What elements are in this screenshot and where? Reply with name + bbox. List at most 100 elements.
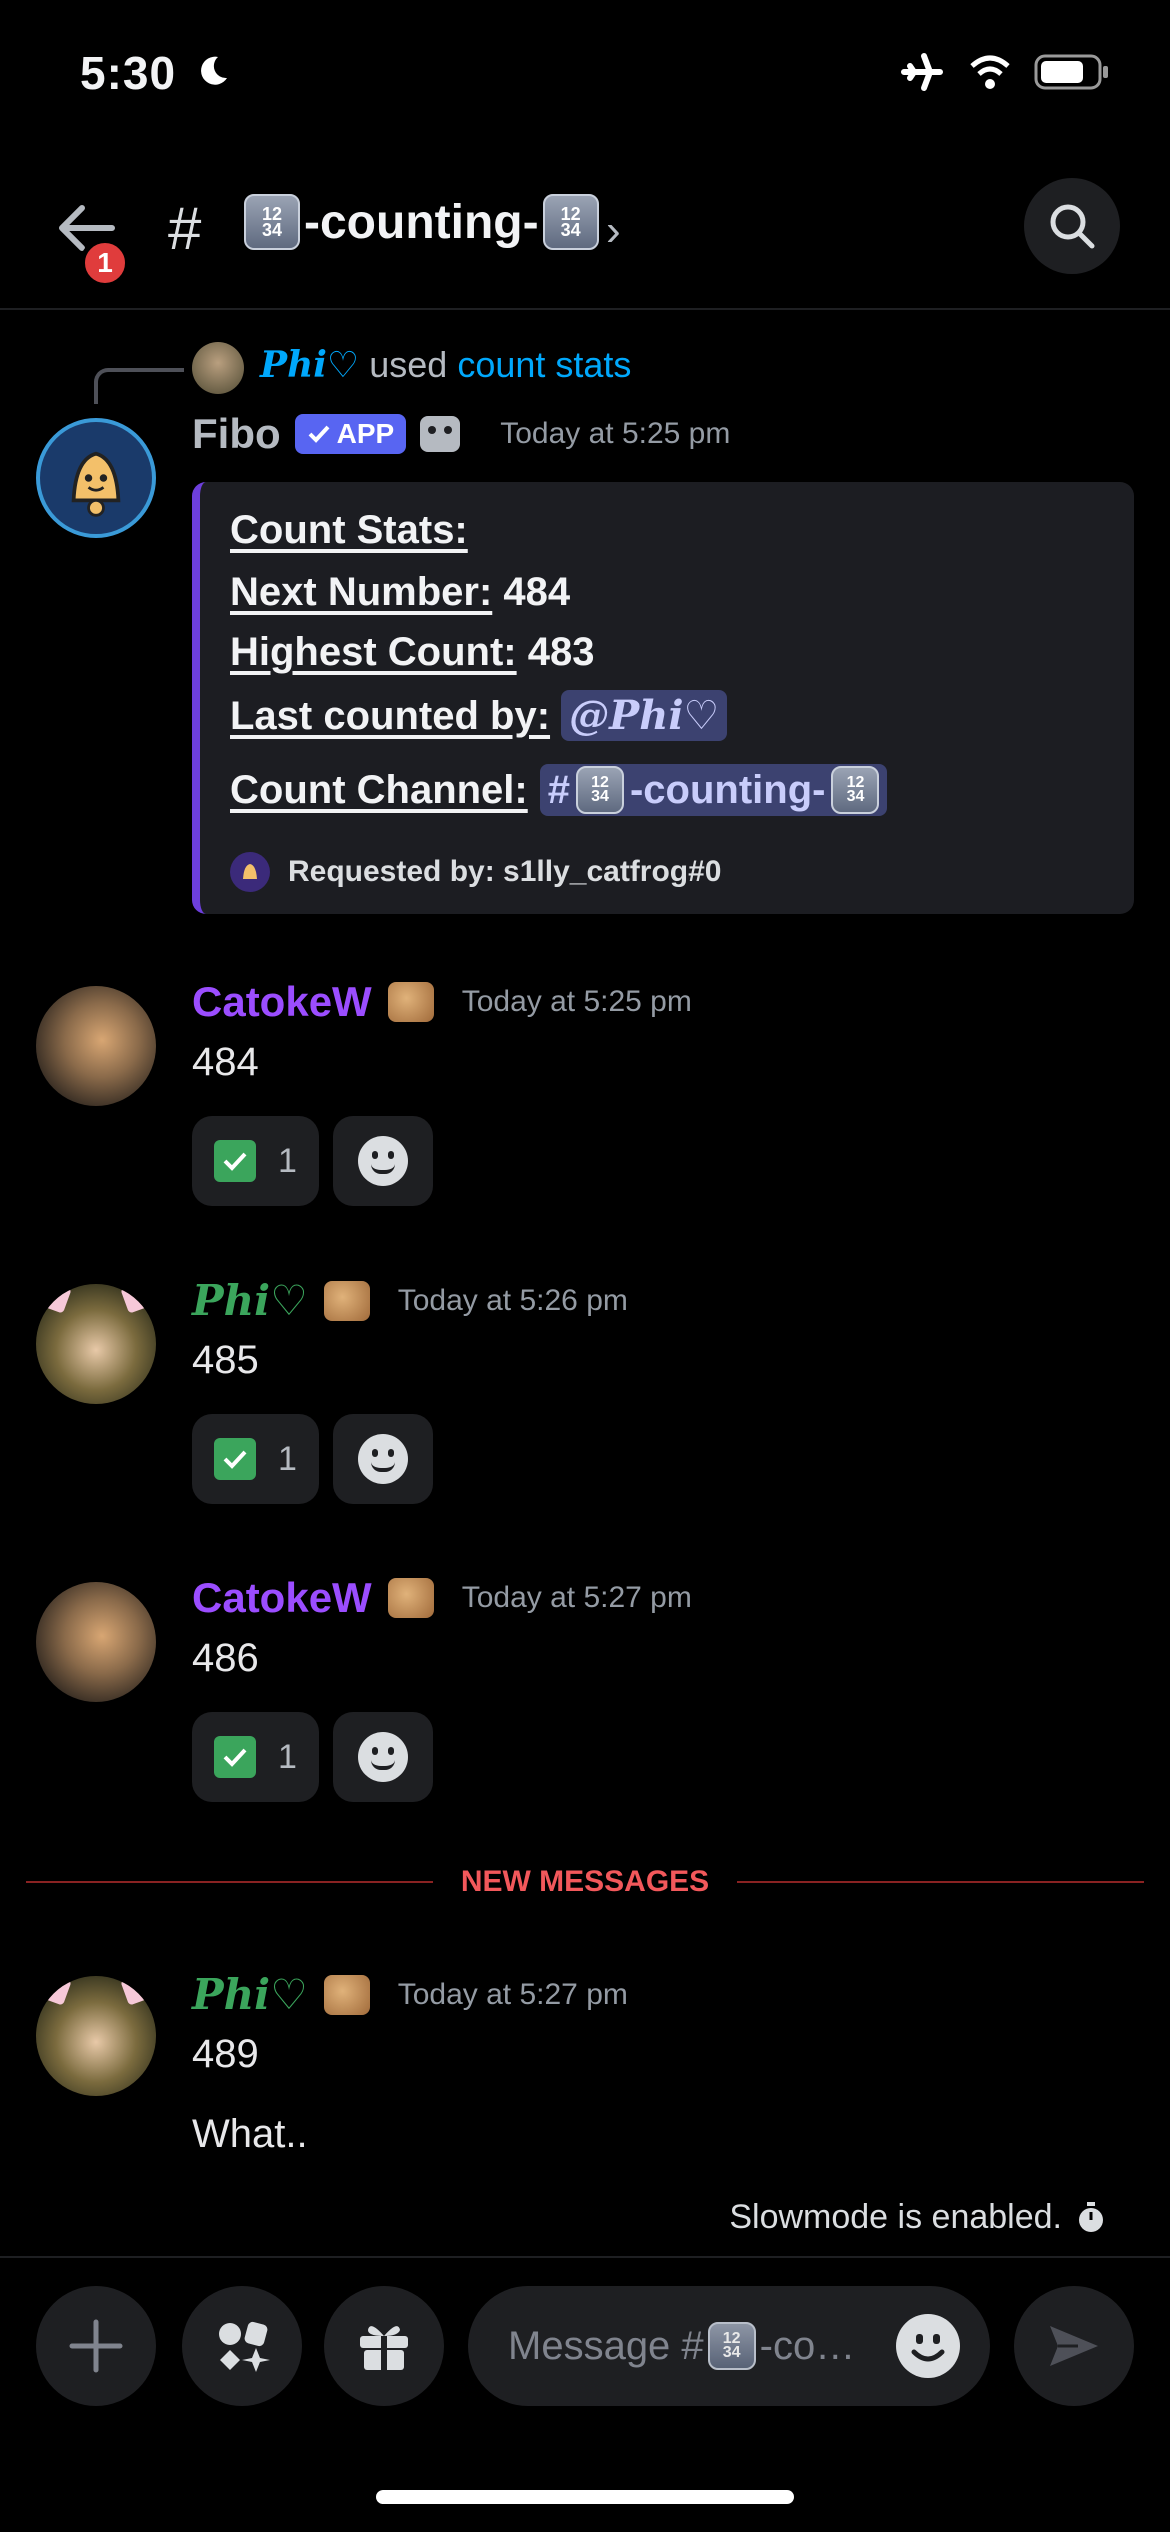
message-header: Phi♡ Today at 5:27 pm [192, 1970, 628, 2019]
slowmode-text: Slowmode is enabled. [729, 2198, 1062, 2236]
username[interactable]: CatokeW [192, 978, 372, 1026]
username[interactable]: Phi♡ [192, 1970, 308, 2019]
search-button[interactable] [1024, 178, 1120, 274]
message-text: 485 [192, 1338, 259, 1382]
timestamp: Today at 5:25 pm [500, 417, 731, 450]
plus-icon [69, 2319, 123, 2373]
embed-card: Count Stats: Next Number: 484 Highest Co… [192, 482, 1134, 914]
channel-mention[interactable]: # 12 34 -counting- 12 34 [539, 764, 888, 816]
reaction-count: 1 [278, 1439, 297, 1478]
apps-icon [219, 2321, 270, 2372]
airplane-icon [901, 53, 943, 91]
embed-title: Count Stats: [230, 508, 468, 552]
add-reaction-button[interactable] [332, 1414, 433, 1504]
reaction-check[interactable]: 1 [192, 1712, 319, 1802]
timestamp: Today at 5:27 pm [397, 1977, 628, 2011]
command-name[interactable]: count stats [457, 344, 631, 385]
apps-button[interactable] [182, 2286, 302, 2406]
message-text: 486 [192, 1636, 259, 1680]
avatar[interactable] [36, 1976, 156, 2096]
moon-icon [201, 56, 227, 85]
attach-button[interactable] [36, 2286, 156, 2406]
channel-title[interactable]: 12 34 -counting- 12 34 [244, 194, 599, 250]
count-channel-label: Count Channel: [230, 767, 528, 812]
add-reaction-icon [357, 1434, 408, 1484]
new-messages-label: NEW MESSAGES [460, 1865, 710, 1898]
add-reaction-button[interactable] [332, 1116, 433, 1206]
reaction-check[interactable]: 1 [192, 1116, 319, 1206]
reaction-count: 1 [278, 1737, 297, 1776]
username[interactable]: Fibo [192, 410, 281, 458]
send-icon [1050, 2326, 1098, 2366]
cat-emoji-icon [323, 1280, 370, 1321]
reaction-check[interactable]: 1 [192, 1414, 319, 1504]
send-button[interactable] [1014, 2286, 1134, 2406]
status-time: 5:30 [80, 47, 177, 99]
next-number-value: 484 [503, 570, 571, 614]
emoji-icon [911, 2334, 945, 2362]
check-icon [214, 1140, 256, 1182]
embed-footer: Requested by: s1lly_catfrog#0 [230, 852, 722, 892]
avatar[interactable] [36, 1284, 156, 1404]
reply-used-text: used [369, 344, 448, 385]
avatar[interactable] [36, 1582, 156, 1702]
next-number-label: Next Number: [230, 570, 493, 614]
timestamp: Today at 5:26 pm [397, 1283, 628, 1317]
add-reaction-icon [357, 1732, 408, 1782]
message-text: 489 [192, 2032, 259, 2076]
gift-icon [360, 2326, 408, 2370]
message-header: CatokeW Today at 5:27 pm [192, 1574, 692, 1622]
user-mention[interactable]: @Phi♡ [561, 690, 728, 741]
input-placeholder: Message # [508, 2323, 704, 2368]
new-messages-divider: NEW MESSAGES [26, 1862, 1144, 1902]
gift-button[interactable] [324, 2286, 444, 2406]
username[interactable]: CatokeW [192, 1574, 372, 1622]
keycap-emoji: 12 34 [244, 194, 300, 250]
search-icon [1050, 204, 1095, 249]
battery-icon [1034, 54, 1108, 90]
keycap-emoji: 12 34 [831, 766, 880, 814]
bell-icon [71, 451, 121, 517]
hash-icon: # [168, 195, 202, 262]
avatar[interactable] [36, 986, 156, 1106]
channel-name: -counting- [304, 195, 539, 249]
unread-badge: 1 [80, 238, 130, 288]
avatar[interactable] [36, 418, 156, 538]
bell-icon [230, 852, 270, 892]
chevron-right-icon[interactable]: › [606, 206, 621, 256]
channel-header: 1 # 12 34 -counting- 12 34 › [0, 170, 1170, 310]
keycap-emoji: 12 34 [707, 2322, 756, 2370]
message-input[interactable]: Message # 12 34 -co… [468, 2286, 990, 2406]
check-icon [214, 1438, 256, 1480]
wifi-icon [970, 55, 1010, 89]
robot-icon [420, 416, 461, 452]
message-header: CatokeW Today at 5:25 pm [192, 978, 692, 1026]
timestamp: Today at 5:25 pm [461, 985, 692, 1018]
emoji-button[interactable] [896, 2314, 960, 2378]
cat-emoji-icon [387, 1578, 434, 1618]
reply-context[interactable]: Phi♡ used count stats [94, 340, 994, 404]
home-indicator[interactable] [376, 2490, 794, 2504]
check-icon [308, 425, 330, 443]
reply-avatar [192, 342, 244, 394]
username[interactable]: Phi♡ [192, 1276, 308, 1325]
reply-connector [94, 368, 184, 404]
reaction-row: 1 [192, 1116, 433, 1206]
reply-username[interactable]: Phi♡ [260, 344, 359, 386]
message-text: What.. [192, 2112, 308, 2156]
input-placeholder-suffix: -co… [759, 2323, 856, 2368]
footer-text: Requested by: s1lly_catfrog#0 [288, 855, 722, 888]
timestamp: Today at 5:27 pm [461, 1581, 692, 1614]
last-counted-label: Last counted by: [230, 694, 551, 738]
cat-emoji-icon [323, 1974, 370, 2015]
app-tag: APP [294, 414, 407, 454]
check-icon [214, 1736, 256, 1778]
keycap-emoji: 12 34 [575, 766, 624, 814]
message-header: Phi♡ Today at 5:26 pm [192, 1276, 628, 1325]
keycap-emoji: 12 34 [542, 194, 599, 250]
timer-icon [1079, 2201, 1103, 2232]
status-bar: 5:30 [0, 0, 1170, 150]
cat-emoji-icon [387, 982, 434, 1022]
highest-count-label: Highest Count: [230, 630, 517, 674]
add-reaction-button[interactable] [332, 1712, 433, 1802]
